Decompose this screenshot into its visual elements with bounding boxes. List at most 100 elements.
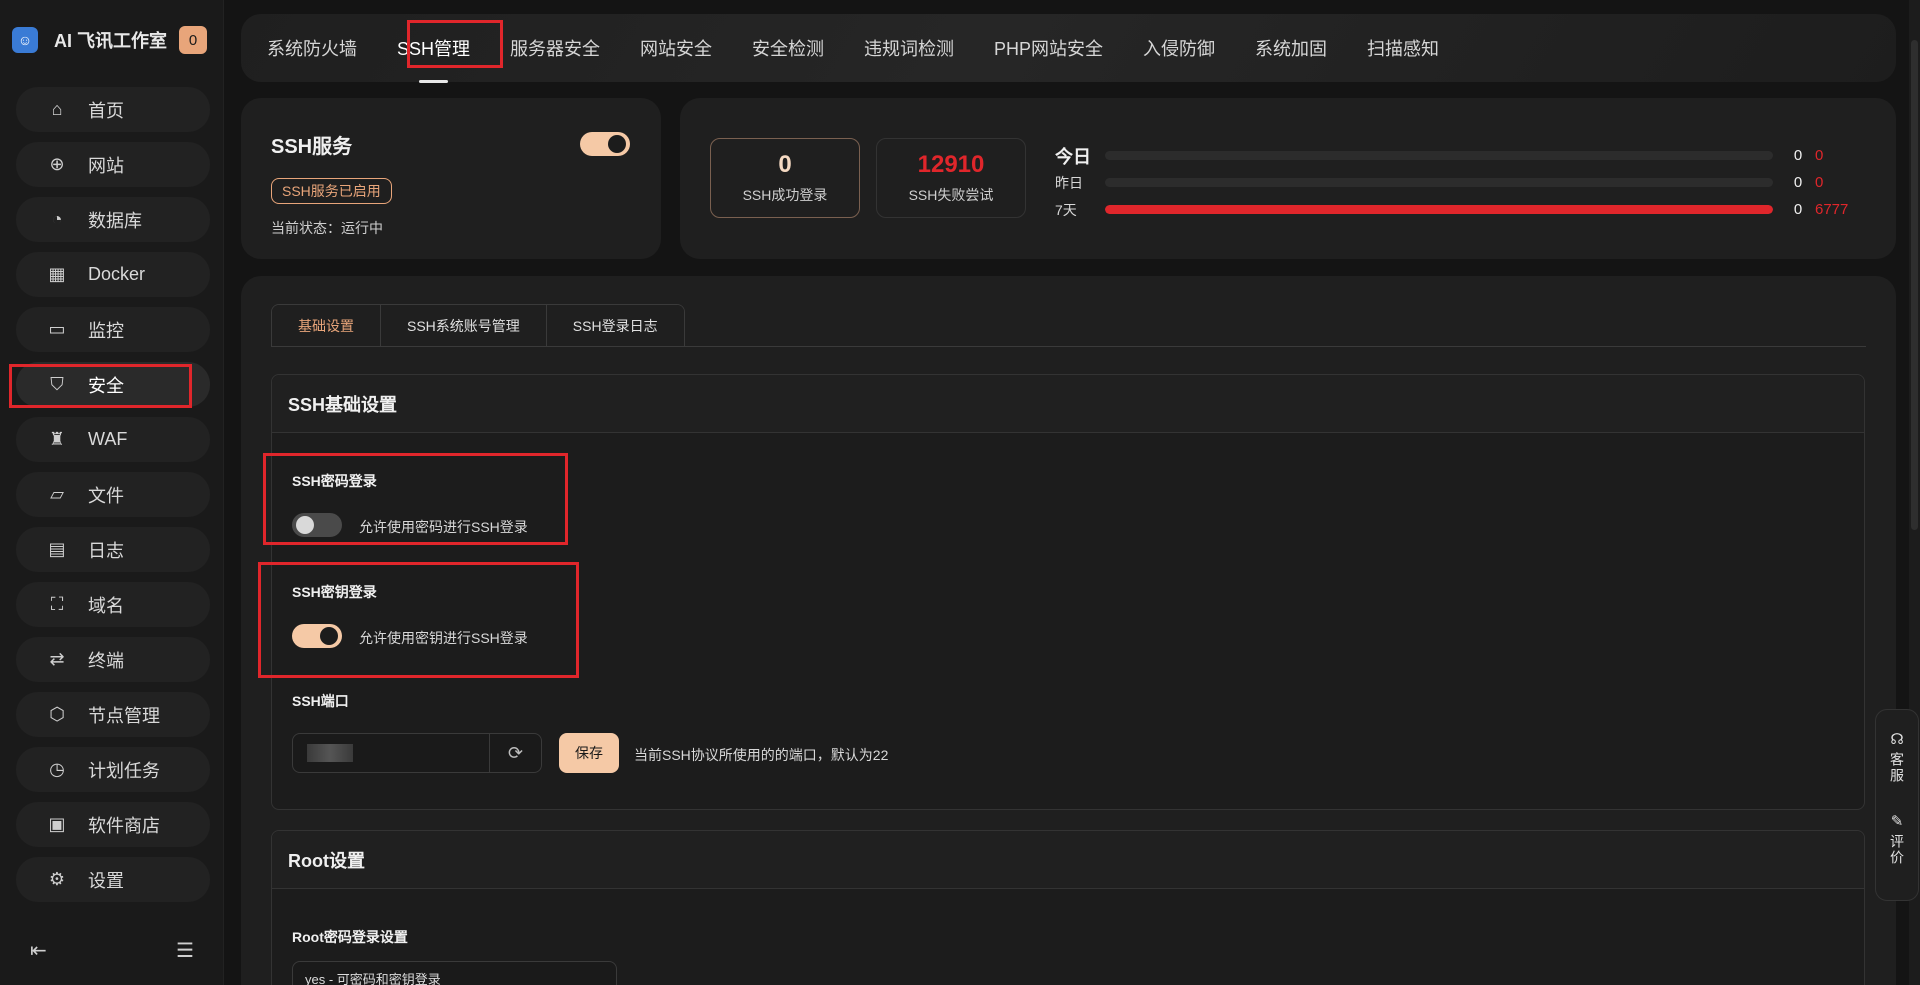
robot-logo-icon: ☺ (12, 27, 38, 53)
sidebar-item-terminal[interactable]: ⇄ 终端 (16, 637, 210, 682)
shield-icon: ⛉ (50, 374, 64, 394)
review-button[interactable]: ✎ 评价 (1887, 812, 1907, 866)
tab-8[interactable]: 系统加固 (1255, 35, 1327, 61)
sidebar-item-clock[interactable]: ◷ 计划任务 (16, 747, 210, 792)
trend-bar-track (1105, 178, 1773, 187)
app-root: ☺ AI 飞讯工作室 0 ⌂ 首页 ⊕ 网站 ◔ 数据库 ▦ Docker ▭ 监控 ⛉ 安全 ♜ WAF… (0, 0, 1920, 985)
root-login-select[interactable]: yes - 可密码和密钥登录 (292, 961, 617, 985)
trend-bar-fill (1105, 205, 1773, 214)
tab-4[interactable]: 安全检测 (752, 35, 824, 61)
trend-success-value: 0 (1793, 201, 1803, 218)
review-label: 评价 (1889, 834, 1905, 866)
sidebar-item-label: 软件商店 (88, 815, 160, 836)
sidebar-item-label: 设置 (88, 870, 124, 891)
password-login-desc: 允许使用密码进行SSH登录 (359, 519, 528, 535)
sidebar-item-home[interactable]: ⌂ 首页 (16, 87, 210, 132)
tab-9[interactable]: 扫描感知 (1367, 35, 1439, 61)
trend-success-value: 0 (1793, 174, 1803, 191)
password-login-title: SSH密码登录 (292, 473, 377, 489)
menu-list-icon[interactable]: ☰ (176, 938, 194, 963)
sidebar-item-store[interactable]: ▣ 软件商店 (16, 802, 210, 847)
monitor-icon: ▭ (48, 319, 66, 339)
brand[interactable]: ☺ AI 飞讯工作室 0 (12, 22, 212, 58)
home-icon: ⌂ (51, 99, 63, 119)
subtab-2[interactable]: SSH登录日志 (546, 305, 684, 346)
security-tabs: 系统防火墙 SSH管理 服务器安全 网站安全 安全检测 违规词检测 PHP网站安全 入侵防御 系… (241, 14, 1896, 83)
waf-icon: ♜ (48, 429, 66, 449)
ssh-port-value-redacted[interactable] (293, 734, 489, 772)
headset-icon: ☊ (1890, 731, 1904, 748)
success-login-count: 0 (778, 151, 792, 178)
sidebar-item-label: Docker (88, 264, 146, 284)
sidebar-item-label: 终端 (88, 650, 124, 671)
tab-1[interactable]: SSH管理 (397, 35, 470, 83)
sidebar-item-docker[interactable]: ▦ Docker (16, 252, 210, 297)
subtab-0[interactable]: 基础设置 (272, 305, 381, 346)
sidebar-item-folder[interactable]: ▱ 文件 (16, 472, 210, 517)
tab-7[interactable]: 入侵防御 (1143, 35, 1215, 61)
database-icon: ◔ (51, 209, 63, 229)
sidebar-item-settings[interactable]: ⚙ 设置 (16, 857, 210, 902)
ssh-service-toggle[interactable] (580, 132, 630, 156)
trend-row: 昨日 0 0 (1055, 169, 1855, 196)
root-settings-panel: Root设置 Root密码登录设置 yes - 可密码和密钥登录 (271, 830, 1865, 985)
sidebar-item-shield[interactable]: ⛉ 安全 (16, 362, 210, 407)
brand-name: AI 飞讯工作室 (54, 31, 168, 51)
sidebar-item-label: 日志 (88, 540, 124, 561)
trend-bar-track (1105, 151, 1773, 160)
scrollbar-thumb[interactable] (1911, 40, 1918, 530)
trend-fail-value: 0 (1815, 147, 1824, 164)
trend-period-label: 7天 (1055, 201, 1077, 218)
sidebar-item-globe[interactable]: ⊕ 网站 (16, 142, 210, 187)
customer-service-button[interactable]: ☊ 客服 (1887, 730, 1907, 784)
root-password-login-title: Root密码登录设置 (292, 929, 408, 945)
floating-help-panel: ☊ 客服 ✎ 评价 (1875, 709, 1919, 901)
ssh-port-input[interactable]: ⟳ (292, 733, 542, 773)
store-icon: ▣ (48, 814, 66, 834)
sidebar-footer: ⇤ ☰ (0, 930, 224, 970)
tab-6[interactable]: PHP网站安全 (994, 35, 1103, 61)
refresh-icon[interactable]: ⟳ (489, 734, 541, 772)
sidebar: ☺ AI 飞讯工作室 0 ⌂ 首页 ⊕ 网站 ◔ 数据库 ▦ Docker ▭ 监控 ⛉ 安全 ♜ WAF… (0, 0, 224, 985)
docker-icon: ▦ (48, 264, 66, 284)
ssh-port-hint: 当前SSH协议所使用的的端口，默认为22 (634, 747, 889, 763)
ssh-enabled-badge: SSH服务已启用 (271, 178, 392, 204)
key-login-toggle[interactable] (292, 624, 342, 648)
sidebar-item-monitor[interactable]: ▭ 监控 (16, 307, 210, 352)
sidebar-item-log[interactable]: ▤ 日志 (16, 527, 210, 572)
ssh-basic-settings-title: SSH基础设置 (272, 375, 1864, 433)
sidebar-item-node[interactable]: ⬡ 节点管理 (16, 692, 210, 737)
trend-bar-track (1105, 205, 1773, 214)
sidebar-item-waf[interactable]: ♜ WAF (16, 417, 210, 462)
tab-2[interactable]: 服务器安全 (510, 35, 600, 61)
sidebar-item-label: 计划任务 (88, 760, 160, 781)
edit-icon: ✎ (1890, 813, 1904, 830)
sidebar-item-label: 首页 (88, 100, 124, 121)
trend-success-value: 0 (1793, 147, 1803, 164)
key-login-desc: 允许使用密钥进行SSH登录 (359, 630, 528, 646)
tab-5[interactable]: 违规词检测 (864, 35, 954, 61)
collapse-sidebar-icon[interactable]: ⇤ (30, 938, 47, 963)
root-settings-title: Root设置 (272, 831, 1864, 889)
password-login-toggle[interactable] (292, 513, 342, 537)
clock-icon: ◷ (49, 759, 65, 779)
trend-period-label: 昨日 (1055, 174, 1083, 191)
success-login-label: SSH成功登录 (742, 187, 828, 203)
trend-row: 7天 0 6777 (1055, 196, 1855, 223)
sidebar-item-label: WAF (88, 429, 128, 449)
notification-badge[interactable]: 0 (179, 26, 208, 54)
subtab-1[interactable]: SSH系统账号管理 (381, 305, 547, 346)
sidebar-item-label: 安全 (88, 375, 124, 396)
tab-0[interactable]: 系统防火墙 (267, 35, 357, 61)
sidebar-item-domain[interactable]: ⛶ 域名 (16, 582, 210, 627)
trend-fail-value: 0 (1815, 174, 1824, 191)
globe-icon: ⊕ (49, 154, 65, 174)
subtab-divider (271, 346, 1866, 347)
sidebar-item-database[interactable]: ◔ 数据库 (16, 197, 210, 242)
save-port-button[interactable]: 保存 (559, 733, 619, 773)
tab-3[interactable]: 网站安全 (640, 35, 712, 61)
failed-login-count: 12910 (917, 151, 985, 178)
domain-icon: ⛶ (50, 594, 64, 614)
failed-login-label: SSH失败尝试 (908, 187, 994, 203)
ssh-status-text: 当前状态：运行中 (271, 220, 383, 236)
